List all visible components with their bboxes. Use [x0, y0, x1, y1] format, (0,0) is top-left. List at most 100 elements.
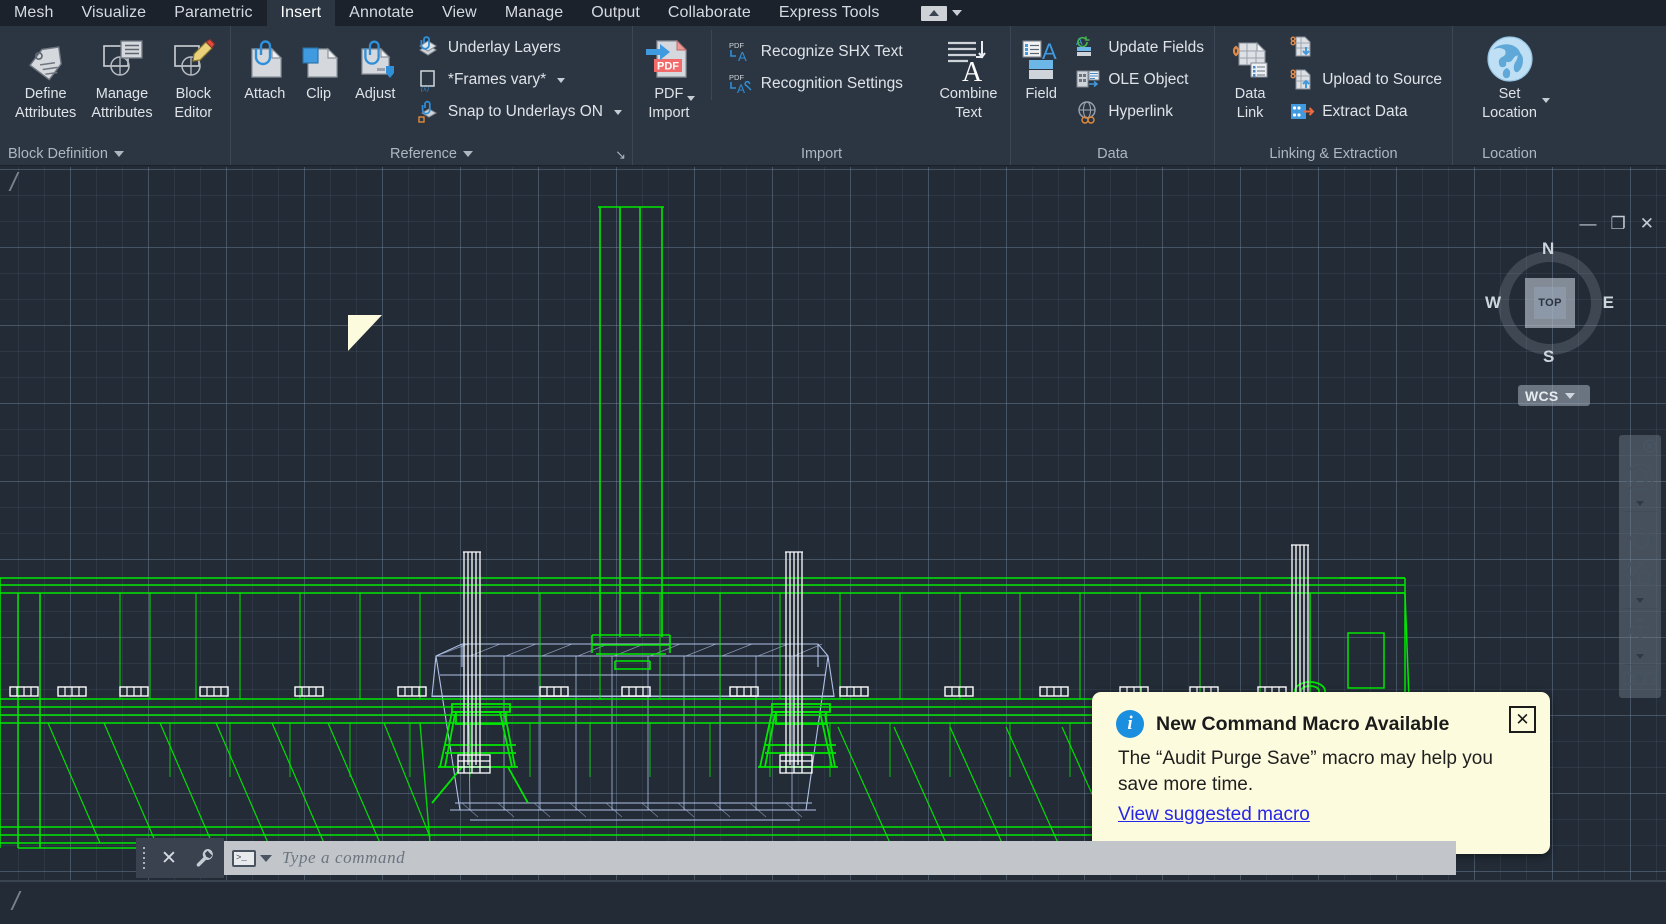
command-line-close-button[interactable]: ✕ — [152, 838, 186, 878]
button-label: Field — [1025, 86, 1056, 103]
panel-title-reference[interactable]: Reference ↘ — [231, 143, 632, 165]
define-attributes-button[interactable]: Define Attributes — [10, 30, 81, 122]
underlay-layers-button[interactable]: Underlay Layers — [411, 32, 626, 64]
zoom-extents-icon[interactable] — [1625, 555, 1655, 596]
tab-label: Visualize — [82, 4, 147, 22]
steering-wheel-icon[interactable] — [1625, 458, 1655, 499]
tab-label: Insert — [281, 4, 322, 22]
combine-text-button[interactable]: A Combine Text — [933, 30, 1004, 122]
upload-to-source-button[interactable]: Upload to Source — [1285, 64, 1446, 96]
button-label-2: Attributes — [15, 105, 76, 122]
clip-icon — [295, 34, 343, 84]
tab-view[interactable]: View — [428, 0, 491, 26]
upload-to-source-icon — [1289, 67, 1315, 93]
info-icon: i — [1116, 710, 1144, 738]
chevron-down-icon[interactable] — [1565, 393, 1575, 399]
view-suggested-macro-link[interactable]: View suggested macro — [1092, 798, 1336, 826]
steering-wheel-dropdown-caret[interactable] — [1636, 501, 1644, 506]
download-from-source-button[interactable] — [1285, 32, 1446, 64]
block-editor-button[interactable]: Block Editor — [163, 30, 224, 122]
ole-object-button[interactable]: OLE Object — [1071, 64, 1208, 96]
tab-annotate[interactable]: Annotate — [335, 0, 428, 26]
panel-title-block-definition[interactable]: Block Definition — [0, 143, 230, 165]
button-label: PDF — [654, 86, 683, 103]
chevron-down-icon[interactable] — [687, 96, 695, 101]
attach-button[interactable]: Attach — [237, 30, 293, 103]
set-location-button[interactable]: Set Location — [1460, 30, 1560, 122]
ucs-label: WCS — [1525, 388, 1559, 404]
tab-output[interactable]: Output — [577, 0, 654, 26]
tab-visualize[interactable]: Visualize — [68, 0, 161, 26]
tab-collaborate[interactable]: Collaborate — [654, 0, 765, 26]
status-bar: / — [0, 880, 1666, 924]
hyperlink-button[interactable]: Hyperlink — [1071, 96, 1208, 128]
minimize-ribbon-button[interactable] — [915, 0, 968, 26]
navigation-divider — [1623, 664, 1657, 665]
ribbon: Define Attributes — [0, 26, 1666, 166]
navigation-bar[interactable] — [1619, 435, 1661, 698]
compass-south-label[interactable]: S — [1543, 347, 1554, 367]
viewport-restore-button[interactable]: ❐ — [1611, 215, 1626, 232]
frames-vary-button[interactable]: (x) *Frames vary* — [411, 64, 626, 96]
button-label: *Frames vary* — [448, 71, 546, 89]
recognition-settings-icon: PDF A — [728, 71, 754, 97]
panel-title-linking-extraction: Linking & Extraction — [1215, 143, 1452, 165]
button-label: Recognize SHX Text — [761, 43, 903, 61]
chevron-down-icon[interactable] — [260, 855, 272, 862]
tab-label: Mesh — [14, 4, 54, 22]
button-label: Update Fields — [1108, 39, 1204, 57]
recognition-settings-button[interactable]: PDF A Recognition Settings — [724, 68, 907, 100]
view-cube[interactable]: TOP N S W E — [1490, 243, 1610, 363]
navigation-divider — [1623, 608, 1657, 609]
tab-express-tools[interactable]: Express Tools — [765, 0, 894, 26]
chevron-down-icon[interactable] — [114, 151, 124, 157]
attach-icon — [241, 34, 289, 84]
compass-west-label[interactable]: W — [1485, 293, 1501, 313]
command-input[interactable]: >_ Type a command — [224, 841, 1456, 875]
chevron-down-icon[interactable] — [463, 151, 473, 157]
extract-data-button[interactable]: Extract Data — [1285, 96, 1446, 128]
command-line-drag-handle[interactable] — [136, 838, 152, 878]
data-link-button[interactable]: Data Link — [1221, 30, 1279, 122]
reference-dialog-launcher[interactable]: ↘ — [615, 148, 626, 161]
chevron-down-icon[interactable] — [557, 78, 565, 83]
navigation-bar-close-icon[interactable] — [1643, 439, 1657, 458]
command-line-customize-button[interactable] — [186, 838, 224, 878]
tab-parametric[interactable]: Parametric — [160, 0, 266, 26]
orbit-dropdown-caret[interactable] — [1636, 654, 1644, 659]
clip-button[interactable]: Clip — [294, 30, 344, 103]
showmotion-icon[interactable] — [1623, 667, 1657, 692]
button-label: Hyperlink — [1108, 103, 1173, 121]
recognize-shx-text-button[interactable]: PDF A Recognize SHX Text — [724, 36, 907, 68]
view-cube-top-face[interactable]: TOP — [1525, 278, 1575, 328]
drawing-canvas[interactable]: / — [0, 167, 1666, 924]
notification-close-button[interactable]: ✕ — [1509, 706, 1536, 733]
command-input-placeholder: Type a command — [282, 848, 405, 868]
panel-title-label: Reference — [390, 146, 457, 162]
chevron-down-icon[interactable] — [1542, 98, 1550, 103]
ucs-selector[interactable]: WCS — [1518, 385, 1590, 406]
recognize-shx-text-icon: PDF A — [728, 39, 754, 65]
field-button[interactable]: A Field — [1017, 30, 1065, 103]
manage-attributes-button[interactable]: Manage Attributes — [83, 30, 160, 122]
pdf-import-button[interactable]: PDF PDF Import — [639, 30, 699, 122]
panel-title-label: Block Definition — [8, 146, 108, 162]
snap-to-underlays-button[interactable]: Snap to Underlays ON — [411, 96, 626, 128]
chevron-down-icon[interactable] — [614, 110, 622, 115]
tab-mesh[interactable]: Mesh — [0, 0, 68, 26]
orbit-icon[interactable] — [1625, 611, 1655, 652]
pan-hand-icon[interactable] — [1625, 514, 1655, 555]
panel-import: PDF PDF Import PDF A — [633, 26, 1011, 165]
update-fields-button[interactable]: A Update Fields — [1071, 32, 1208, 64]
zoom-dropdown-caret[interactable] — [1636, 598, 1644, 603]
compass-east-label[interactable]: E — [1603, 293, 1614, 313]
adjust-button[interactable]: Adjust — [345, 30, 406, 103]
tab-insert[interactable]: Insert — [267, 0, 336, 26]
field-icon: A — [1017, 34, 1065, 84]
viewport-close-button[interactable]: ✕ — [1640, 215, 1654, 232]
tab-manage[interactable]: Manage — [491, 0, 577, 26]
button-label-2: Import — [648, 105, 689, 122]
compass-north-label[interactable]: N — [1542, 239, 1554, 259]
viewport-minimize-button[interactable]: — — [1580, 215, 1597, 232]
chevron-down-icon[interactable] — [952, 10, 962, 16]
